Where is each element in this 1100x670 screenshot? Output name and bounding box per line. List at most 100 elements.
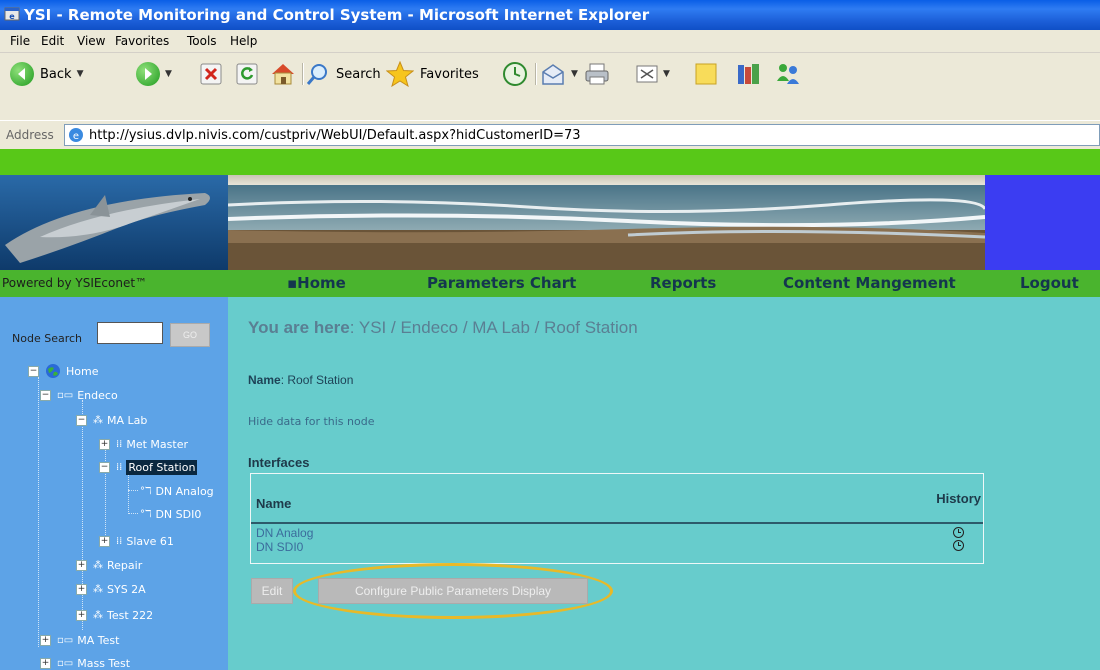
- tree-label: Mass Test: [77, 657, 131, 670]
- nav-home[interactable]: ▪Home: [287, 274, 346, 292]
- expand-icon[interactable]: +: [76, 610, 87, 621]
- top-green-bar: [0, 149, 1100, 175]
- tree-label: Slave 61: [126, 535, 174, 548]
- header-divider: [251, 522, 983, 524]
- address-label: Address: [6, 128, 54, 142]
- name-value: : Roof Station: [280, 373, 354, 387]
- sidebar: Node Search GO − Home − ▫▭ Endeco − ⁂ MA…: [0, 297, 228, 670]
- tree-connector: [128, 490, 138, 491]
- powered-by-text: Powered by YSIEconet™: [2, 276, 148, 290]
- menu-tools[interactable]: Tools: [187, 34, 217, 48]
- ie-window-icon: e: [4, 7, 20, 21]
- tree-label: Endeco: [77, 389, 118, 402]
- print-button[interactable]: [584, 61, 610, 87]
- company-icon: ▫▭: [57, 635, 74, 646]
- expand-icon[interactable]: +: [99, 536, 110, 547]
- forward-button[interactable]: ▼: [136, 61, 172, 87]
- toolbar-separator: [535, 63, 537, 85]
- expand-icon[interactable]: +: [76, 584, 87, 595]
- tree-label: DN SDI0: [155, 508, 202, 521]
- menu-help[interactable]: Help: [230, 34, 257, 48]
- refresh-icon: [236, 63, 258, 85]
- messenger-people-icon: [777, 64, 799, 84]
- network-icon: ⁂: [93, 610, 103, 621]
- collapse-icon[interactable]: −: [28, 365, 39, 377]
- home-button[interactable]: [270, 61, 296, 87]
- mail-icon: [542, 64, 564, 85]
- tree-label-selected: Roof Station: [126, 460, 198, 475]
- tree-item-met-master[interactable]: + ⁞⁞ Met Master: [99, 438, 188, 451]
- menu-favorites[interactable]: Favorites: [115, 34, 169, 48]
- history-button[interactable]: [502, 61, 528, 87]
- search-icon: [306, 64, 327, 85]
- tree-item-home[interactable]: − Home: [28, 363, 98, 379]
- interface-link-dn-analog[interactable]: DN Analog: [256, 526, 313, 540]
- svg-text:e: e: [73, 131, 79, 142]
- nav-reports[interactable]: Reports: [650, 274, 716, 292]
- collapse-icon[interactable]: −: [99, 462, 110, 473]
- stop-button[interactable]: [200, 61, 222, 87]
- back-dropdown-icon[interactable]: ▼: [77, 69, 84, 79]
- messenger-button[interactable]: [774, 61, 802, 87]
- refresh-button[interactable]: [236, 61, 258, 87]
- interfaces-heading: Interfaces: [248, 455, 310, 470]
- network-icon: ⁂: [93, 584, 103, 595]
- research-books-icon: [738, 64, 759, 84]
- menu-view[interactable]: View: [77, 34, 105, 48]
- tree-label: MA Test: [77, 634, 120, 647]
- beach-banner-image: [228, 175, 985, 270]
- expand-icon[interactable]: +: [40, 635, 51, 646]
- back-button[interactable]: Back ▼: [10, 61, 83, 87]
- window-titlebar: e YSI - Remote Monitoring and Control Sy…: [0, 0, 1100, 30]
- home-icon: [272, 64, 294, 85]
- header-banner: [0, 175, 1100, 270]
- favorites-button[interactable]: Favorites: [386, 61, 479, 87]
- configure-public-parameters-button[interactable]: Configure Public Parameters Display: [318, 578, 588, 604]
- history-clock-icon[interactable]: [953, 527, 964, 538]
- expand-icon[interactable]: +: [76, 560, 87, 571]
- tree-item-test-222[interactable]: + ⁂ Test 222: [76, 609, 153, 622]
- network-icon: ⁂: [93, 415, 103, 426]
- hide-data-link[interactable]: Hide data for this node: [248, 415, 375, 428]
- forward-dropdown-icon[interactable]: ▼: [165, 69, 172, 79]
- back-label: Back: [40, 66, 72, 82]
- tree-item-repair[interactable]: + ⁂ Repair: [76, 559, 142, 572]
- nav-logout[interactable]: Logout: [1020, 274, 1079, 292]
- nav-content-management[interactable]: Content Mangement: [783, 274, 956, 292]
- tree-item-dn-sdi0[interactable]: °ℸ DN SDI0: [140, 508, 201, 521]
- research-button[interactable]: [736, 61, 762, 87]
- edit-button[interactable]: Edit: [251, 578, 293, 604]
- tree-item-endeco[interactable]: − ▫▭ Endeco: [40, 389, 118, 402]
- tree-label: DN Analog: [155, 485, 214, 498]
- stop-icon: [200, 63, 222, 85]
- interface-link-dn-sdi0[interactable]: DN SDI0: [256, 540, 303, 554]
- tree-item-ma-test[interactable]: + ▫▭ MA Test: [40, 634, 119, 647]
- search-button[interactable]: Search: [306, 61, 381, 87]
- collapse-icon[interactable]: −: [40, 390, 51, 401]
- tree-item-ma-lab[interactable]: − ⁂ MA Lab: [76, 414, 147, 427]
- company-icon: ▫▭: [57, 390, 74, 401]
- tree-item-dn-analog[interactable]: °ℸ DN Analog: [140, 485, 214, 498]
- nav-parameters-chart[interactable]: Parameters Chart: [427, 274, 576, 292]
- shark-banner-image: [0, 175, 228, 270]
- mail-button[interactable]: ▼: [540, 61, 578, 87]
- tree-item-sys-2a[interactable]: + ⁂ SYS 2A: [76, 583, 146, 596]
- tree-item-slave-61[interactable]: + ⁞⁞ Slave 61: [99, 535, 174, 548]
- expand-icon[interactable]: +: [40, 658, 51, 669]
- expand-icon[interactable]: +: [99, 439, 110, 450]
- address-input[interactable]: e http://ysius.dvlp.nivis.com/custpriv/W…: [64, 124, 1100, 146]
- menu-bar: File Edit View Favorites Tools Help: [0, 30, 1100, 53]
- address-url: http://ysius.dvlp.nivis.com/custpriv/Web…: [89, 128, 581, 143]
- history-clock-icon[interactable]: [953, 540, 964, 551]
- menu-file[interactable]: File: [10, 34, 30, 48]
- collapse-icon[interactable]: −: [76, 415, 87, 426]
- tree-item-roof-station[interactable]: − ⁞⁞ Roof Station: [99, 460, 198, 475]
- edit-page-button[interactable]: ▼: [636, 61, 670, 87]
- menu-edit[interactable]: Edit: [41, 34, 64, 48]
- notes-button[interactable]: [694, 61, 718, 87]
- back-arrow-icon: [10, 62, 34, 86]
- edit-dropdown-icon[interactable]: ▼: [663, 69, 670, 79]
- page-icon: e: [69, 128, 83, 142]
- mail-dropdown-icon[interactable]: ▼: [571, 69, 578, 79]
- tree-item-mass-test[interactable]: + ▫▭ Mass Test: [40, 657, 130, 670]
